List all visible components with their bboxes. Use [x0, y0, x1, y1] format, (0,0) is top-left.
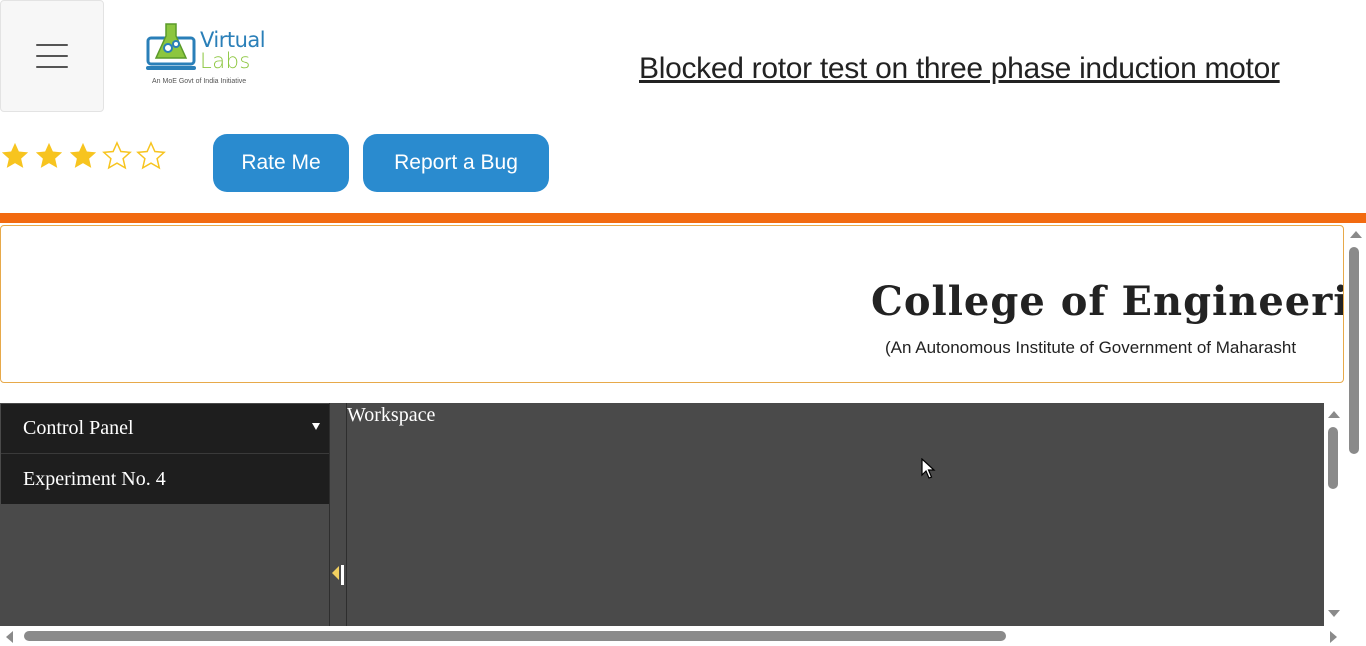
mouse-cursor-icon: [921, 458, 936, 479]
dropdown-caret-icon: [312, 423, 320, 430]
scrollbar-thumb[interactable]: [1328, 427, 1338, 489]
collapse-arrow-icon: [332, 566, 339, 580]
workspace[interactable]: Workspace: [347, 403, 1324, 626]
logo-tagline: An MoE Govt of India Initiative: [152, 78, 247, 85]
flask-logo-icon: [146, 23, 196, 70]
sidebar-collapse-handle[interactable]: [330, 403, 347, 626]
scroll-left-arrow-icon[interactable]: [6, 631, 13, 643]
scroll-down-arrow-icon[interactable]: [1328, 610, 1340, 617]
star-filled-icon[interactable]: [68, 141, 98, 171]
star-empty-icon[interactable]: [136, 141, 166, 171]
handle-bar: [341, 565, 344, 585]
horizontal-scrollbar[interactable]: [0, 626, 1346, 646]
control-panel-menu[interactable]: Control Panel: [1, 404, 329, 454]
control-panel-label: Control Panel: [23, 417, 134, 439]
frame-vertical-scrollbar[interactable]: [1346, 223, 1366, 628]
workspace-label: Workspace: [347, 404, 436, 426]
scrollbar-thumb[interactable]: [24, 631, 1006, 641]
page-title[interactable]: Blocked rotor test on three phase induct…: [639, 52, 1366, 86]
college-banner: College of Engineering, P (An Autonomous…: [0, 225, 1344, 383]
virtual-labs-logo[interactable]: Virtual Labs An MoE Govt of India Initia…: [146, 22, 266, 88]
scroll-right-arrow-icon[interactable]: [1330, 631, 1337, 643]
rate-me-button[interactable]: Rate Me: [213, 134, 349, 192]
simulation-app: Control Panel Experiment No. 4 Workspace: [0, 403, 1344, 626]
college-subtitle: (An Autonomous Institute of Government o…: [885, 338, 1297, 357]
experiment-menu-item[interactable]: Experiment No. 4: [1, 454, 329, 504]
star-empty-icon[interactable]: [102, 141, 132, 171]
simulation-frame: College of Engineering, P (An Autonomous…: [0, 223, 1366, 646]
app-vertical-scrollbar[interactable]: [1324, 403, 1344, 626]
college-name: College of Engineering, P: [871, 278, 1344, 325]
star-filled-icon[interactable]: [0, 141, 30, 171]
logo-text-labs: Labs: [200, 49, 251, 73]
scroll-up-arrow-icon[interactable]: [1328, 411, 1340, 418]
menu-button[interactable]: [0, 0, 104, 112]
header-divider: [0, 213, 1366, 223]
scroll-up-arrow-icon[interactable]: [1350, 231, 1362, 238]
star-rating[interactable]: [0, 141, 166, 171]
star-filled-icon[interactable]: [34, 141, 64, 171]
sidebar: Control Panel Experiment No. 4: [0, 403, 330, 626]
scrollbar-thumb[interactable]: [1349, 247, 1359, 454]
experiment-label: Experiment No. 4: [23, 467, 166, 490]
hamburger-icon: [36, 44, 68, 68]
report-bug-button[interactable]: Report a Bug: [363, 134, 549, 192]
